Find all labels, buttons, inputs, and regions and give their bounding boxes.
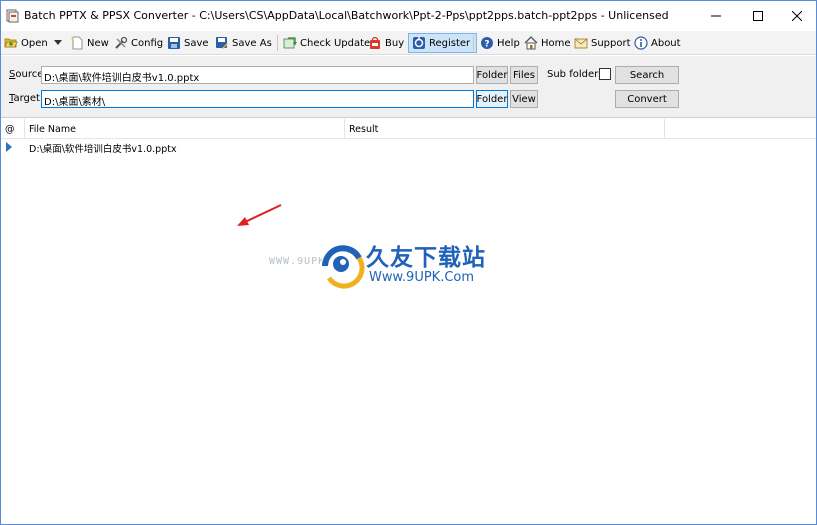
new-button[interactable]: New bbox=[70, 33, 109, 53]
target-view-button[interactable]: View bbox=[510, 90, 538, 108]
register-button[interactable]: Register bbox=[408, 33, 478, 53]
check-update-label: Check Update bbox=[300, 37, 371, 49]
cell-result bbox=[345, 140, 665, 156]
help-label: Help bbox=[497, 37, 520, 49]
toolbar-separator bbox=[277, 35, 278, 51]
target-input[interactable]: D:\桌面\素材\ bbox=[41, 90, 474, 108]
support-button[interactable]: Support bbox=[574, 33, 631, 53]
table-row[interactable]: D:\桌面\软件培训白皮书v1.0.pptx bbox=[1, 140, 816, 156]
watermark: WWW.9UPK.COM 久友下载站 Www.9UPK.Com bbox=[269, 234, 504, 294]
toolbar-separator bbox=[473, 35, 474, 51]
home-button[interactable]: Home bbox=[524, 33, 571, 53]
open-dropdown-button[interactable] bbox=[54, 33, 62, 53]
column-header-file-name[interactable]: File Name bbox=[25, 119, 345, 139]
help-button[interactable]: ? Help bbox=[480, 33, 520, 53]
check-update-button[interactable]: Check Update bbox=[283, 33, 370, 53]
subfolders-label: Sub folders bbox=[547, 69, 604, 80]
save-as-button[interactable]: Save As bbox=[215, 33, 272, 53]
support-icon bbox=[574, 38, 588, 49]
source-files-button[interactable]: Files bbox=[510, 66, 538, 84]
watermark-logo-icon bbox=[321, 244, 365, 289]
register-icon bbox=[413, 37, 425, 49]
file-grid-header: @ File Name Result bbox=[1, 119, 816, 139]
about-label: About bbox=[651, 37, 681, 49]
close-button[interactable] bbox=[774, 1, 817, 31]
column-header-indicator[interactable]: @ bbox=[1, 119, 25, 139]
convert-button[interactable]: Convert bbox=[615, 90, 679, 108]
support-label: Support bbox=[591, 37, 631, 49]
help-icon: ? bbox=[481, 37, 493, 50]
buy-button[interactable]: Buy bbox=[368, 33, 404, 53]
dropdown-arrow-icon bbox=[54, 40, 62, 45]
config-button[interactable]: Config bbox=[114, 33, 163, 53]
new-label: New bbox=[87, 37, 109, 49]
watermark-title: 久友下载站 bbox=[366, 245, 486, 271]
app-icon bbox=[6, 9, 19, 23]
save-as-label: Save As bbox=[232, 37, 272, 49]
open-label: Open bbox=[21, 37, 48, 49]
save-as-icon bbox=[216, 37, 228, 49]
path-panel: Source D:\桌面\软件培训白皮书v1.0.pptx Folder Fil… bbox=[1, 56, 816, 118]
save-icon bbox=[168, 37, 180, 49]
subfolders-checkbox[interactable] bbox=[599, 68, 611, 80]
column-header-result[interactable]: Result bbox=[345, 119, 665, 139]
app-window: Batch PPTX & PPSX Converter - C:\Users\C… bbox=[0, 0, 817, 525]
watermark-subtitle: Www.9UPK.Com bbox=[369, 270, 475, 285]
source-input[interactable]: D:\桌面\软件培训白皮书v1.0.pptx bbox=[41, 66, 474, 84]
save-button[interactable]: Save bbox=[167, 33, 209, 53]
buy-label: Buy bbox=[385, 37, 405, 49]
about-button[interactable]: About bbox=[634, 33, 681, 53]
toolbar: Open New Config Save Save As Check Updat… bbox=[1, 31, 816, 55]
update-icon bbox=[283, 37, 297, 49]
open-button[interactable]: Open bbox=[4, 33, 48, 53]
config-label: Config bbox=[131, 37, 164, 49]
svg-text:?: ? bbox=[484, 40, 489, 50]
search-button[interactable]: Search bbox=[615, 66, 679, 84]
home-icon bbox=[524, 36, 538, 50]
save-label: Save bbox=[184, 37, 209, 49]
cell-file-name: D:\桌面\软件培训白皮书v1.0.pptx bbox=[29, 144, 177, 155]
minimize-icon bbox=[711, 15, 721, 17]
maximize-icon bbox=[753, 11, 763, 21]
folder-open-icon bbox=[4, 38, 18, 48]
register-label: Register bbox=[429, 37, 471, 49]
home-label: Home bbox=[541, 37, 571, 49]
tools-icon bbox=[115, 36, 128, 49]
row-pointer-icon bbox=[6, 142, 12, 152]
shopping-bag-icon bbox=[370, 36, 380, 49]
info-icon bbox=[634, 36, 648, 50]
target-folder-button[interactable]: Folder bbox=[476, 90, 508, 108]
source-folder-button[interactable]: Folder bbox=[476, 66, 508, 84]
window-title: Batch PPTX & PPSX Converter - C:\Users\C… bbox=[24, 9, 669, 22]
minimize-button[interactable] bbox=[693, 1, 739, 31]
source-label: Source bbox=[9, 69, 44, 80]
new-file-icon bbox=[71, 36, 83, 50]
close-icon bbox=[792, 11, 802, 21]
title-bar: Batch PPTX & PPSX Converter - C:\Users\C… bbox=[1, 1, 816, 31]
target-label: Target bbox=[9, 93, 40, 104]
red-arrow-annotation bbox=[237, 204, 282, 226]
